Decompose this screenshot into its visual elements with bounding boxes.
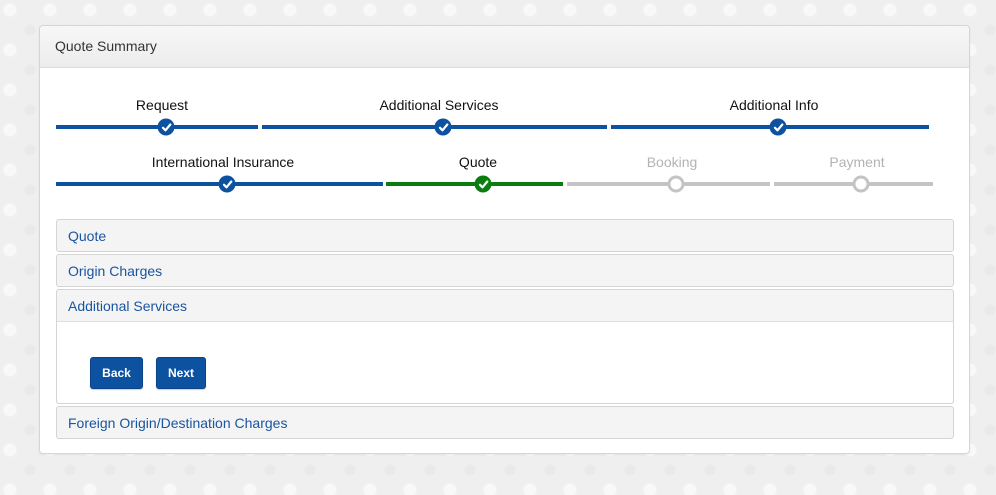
step-done-check-icon (157, 118, 175, 136)
step-label-request: Request (135, 97, 189, 113)
step-pending-circle-icon (852, 175, 870, 193)
accordion-section-additional-services: Additional Services Back Next (56, 289, 954, 404)
panel-header: Quote Summary (40, 26, 969, 68)
back-button[interactable]: Back (90, 357, 143, 389)
accordion-section-origin-charges[interactable]: Origin Charges (56, 254, 954, 287)
accordion-section-quote[interactable]: Quote (56, 219, 954, 252)
step-label-additional-services: Additional Services (379, 97, 499, 113)
accordion-section-foreign-origin-destination-charges[interactable]: Foreign Origin/Destination Charges (56, 406, 954, 439)
step-done-check-icon (769, 118, 787, 136)
step-label-international-insurance: International Insurance (151, 154, 295, 170)
step-pending-circle-icon (667, 175, 685, 193)
step-label-additional-info: Additional Info (729, 97, 819, 113)
step-label-booking: Booking (646, 154, 698, 170)
step-label-payment: Payment (829, 154, 885, 170)
accordion-title-origin-charges[interactable]: Origin Charges (68, 263, 162, 279)
panel-title: Quote Summary (55, 38, 157, 54)
accordion-title-additional-services[interactable]: Additional Services (68, 298, 187, 314)
accordion-title-foreign-origin-destination-charges[interactable]: Foreign Origin/Destination Charges (68, 415, 287, 431)
accordion-body-additional-services: Back Next (57, 321, 953, 403)
accordion-title-quote[interactable]: Quote (68, 228, 106, 244)
next-button[interactable]: Next (156, 357, 206, 389)
step-current-check-icon (474, 175, 492, 193)
quote-summary-panel: Quote Summary Request Additional Service… (39, 25, 970, 454)
step-label-quote: Quote (458, 154, 498, 170)
step-done-check-icon (434, 118, 452, 136)
step-done-check-icon (218, 175, 236, 193)
